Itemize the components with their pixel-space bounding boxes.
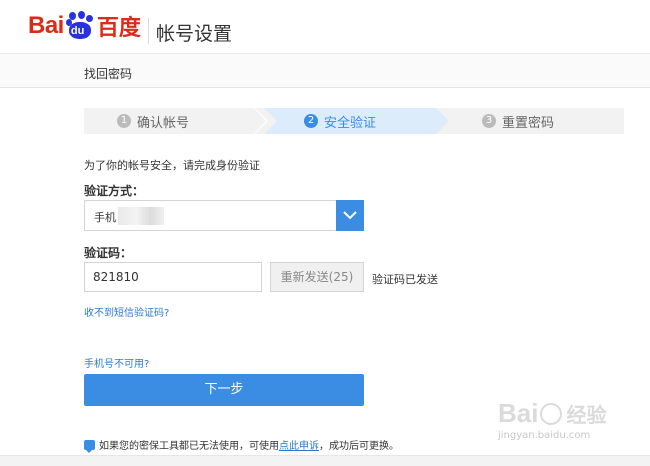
step-number: 1 (117, 114, 131, 128)
logo-text-du: du (70, 25, 85, 37)
method-value: 手机 (94, 211, 116, 224)
footer-note: 如果您的密保工具都已无法使用，可使用 点此申诉 ，成功后可更换。 (84, 437, 399, 453)
appeal-link[interactable]: 点此申诉 (279, 437, 319, 452)
chevron-down-icon (343, 211, 357, 220)
step-number: 3 (482, 114, 496, 128)
watermark: Bai 经验 jingyan.baidu.com (498, 398, 638, 460)
watermark-brand: Bai 经验 (498, 398, 638, 429)
paw-icon: du (65, 11, 96, 41)
step-confirm-account: 1 确认帐号 (117, 108, 189, 134)
code-label: 验证码： (84, 246, 133, 260)
footer-text-before: 如果您的密保工具都已无法使用，可使用 (99, 441, 279, 452)
no-sms-link[interactable]: 收不到短信验证码? (84, 304, 169, 319)
step-security-verify: 2 安全验证 (304, 108, 376, 134)
baidu-logo[interactable]: Bai du 百度 (28, 8, 141, 44)
next-step-button[interactable]: 下一步 (84, 374, 364, 406)
watermark-brand-text: Bai (498, 398, 539, 428)
resend-code-button[interactable]: 重新发送(25) (270, 262, 364, 292)
logo-text-cn: 百度 (96, 16, 141, 41)
verify-method-select[interactable]: 手机 (84, 200, 364, 231)
progress-steps: 1 确认帐号 2 安全验证 3 重置密码 (84, 108, 624, 134)
code-sent-status: 验证码已发送 (372, 273, 438, 286)
watermark-brand-cn: 经验 (566, 405, 607, 427)
footer-text-after: ，成功后可更换。 (319, 441, 399, 452)
step-label: 重置密码 (502, 115, 555, 131)
dropdown-toggle[interactable] (336, 200, 364, 231)
page-title: 帐号设置 (156, 23, 233, 45)
verification-code-input[interactable]: 821810 (84, 262, 262, 292)
step-separator-arrow (254, 108, 268, 134)
header-divider (148, 18, 149, 44)
masked-phone-number (118, 207, 164, 225)
step-reset-password: 3 重置密码 (482, 108, 554, 134)
chat-bubble-icon (84, 439, 95, 453)
step-number: 2 (304, 114, 318, 128)
sub-header-bar: 找回密码 (0, 54, 650, 88)
verify-hint: 为了你的帐号安全，请完成身份验证 (84, 159, 260, 172)
breadcrumb: 找回密码 (84, 67, 133, 81)
step-label: 确认帐号 (137, 115, 190, 131)
logo-text-latin: Bai (28, 12, 64, 39)
top-header: Bai du 百度 帐号设置 (0, 0, 650, 54)
watermark-url: jingyan.baidu.com (498, 430, 591, 441)
step-label: 安全验证 (324, 115, 377, 131)
method-label: 验证方式： (84, 184, 145, 198)
watermark-paw-icon (540, 402, 563, 425)
phone-unavailable-link[interactable]: 手机号不可用? (84, 355, 149, 370)
